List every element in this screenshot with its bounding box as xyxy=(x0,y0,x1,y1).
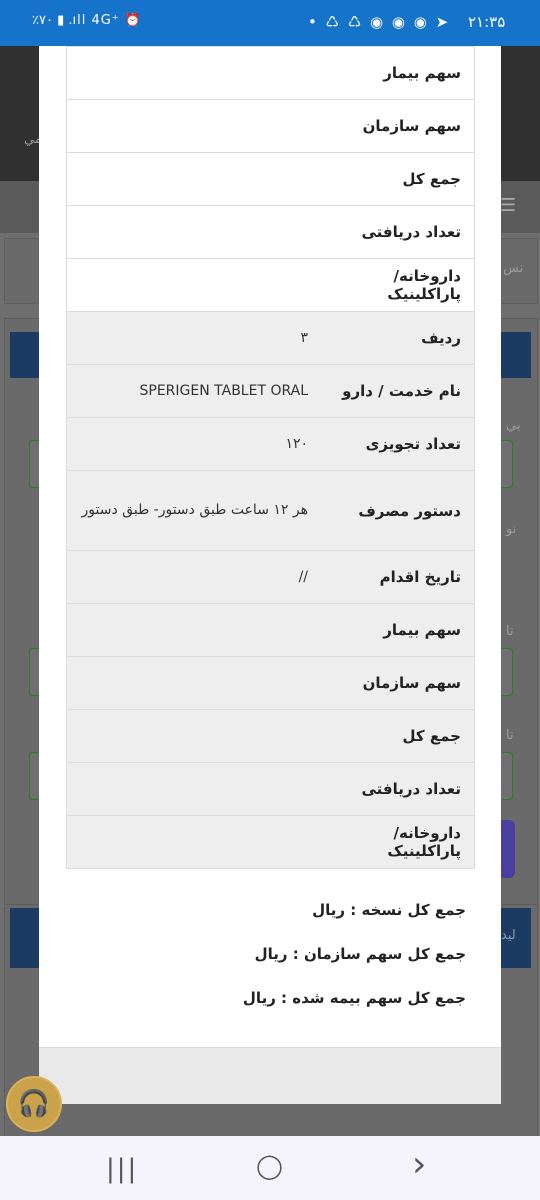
row-value: هر ۱۲ ساعت طبق دستور- طبق دستور xyxy=(81,502,308,518)
system-navigation-bar: ||| ◯ › xyxy=(0,1136,540,1200)
totals-section: جمع کل نسخه : ریال جمع کل سهم سازمان : ر… xyxy=(66,896,466,1028)
row-label: سهم بیمار xyxy=(383,621,461,639)
background-list-title: ليد xyxy=(501,928,516,943)
organization-share-total: جمع کل سهم سازمان : ریال xyxy=(254,945,466,963)
support-assistant-button[interactable]: 🎧 xyxy=(6,1076,62,1132)
background-form-header-left xyxy=(10,332,40,378)
menu-icon: ☰ xyxy=(500,195,517,216)
prescription-items-table: سهم بیمار سهم سازمان جمع کل تعداد دریافتی دا… xyxy=(66,46,475,869)
recent-apps-button[interactable]: ||| xyxy=(106,1154,138,1184)
background-form-header-right xyxy=(501,332,531,378)
background-label: تا xyxy=(506,728,514,743)
background-label: بي xyxy=(506,418,521,433)
home-button[interactable]: ◯ xyxy=(256,1152,283,1180)
prescription-detail-modal: سهم بیمار سهم سازمان جمع کل تعداد دریافتی دا… xyxy=(39,46,501,1104)
modal-footer xyxy=(39,1047,501,1104)
prescription-total: جمع کل نسخه : ریال xyxy=(312,901,466,919)
row-label: سهم بیمار xyxy=(383,64,461,82)
table-row: سهم سازمان xyxy=(67,656,474,709)
table-row: سهم بیمار xyxy=(67,603,474,656)
row-label: تعداد دریافتی xyxy=(361,223,461,241)
row-label: سهم سازمان xyxy=(362,117,461,135)
table-row: دستور مصرف هر ۱۲ ساعت طبق دستور- طبق دستو… xyxy=(67,470,474,550)
table-row: ردیف ۳ xyxy=(67,311,474,364)
insured-share-total: جمع کل سهم بیمه شده : ریال xyxy=(242,989,466,1007)
row-label: سهم سازمان xyxy=(362,674,461,692)
background-label: نو xyxy=(506,522,517,537)
row-label: داروخانه/پاراکلینیک xyxy=(387,824,461,860)
row-value: ۱۲۰ xyxy=(285,435,308,452)
table-row: تاریخ اقدام // xyxy=(67,550,474,603)
status-bar: ٪۷۰ ▮ .ıll 4G⁺ ⏰ • ♺ ♺ ◉ ◉ ◉ ➤ ۲۱:۳۵ xyxy=(0,0,540,46)
background-label: تا xyxy=(506,624,514,639)
row-label: تاریخ اقدام xyxy=(379,568,461,586)
status-indicators-left: ٪۷۰ ▮ .ıll 4G⁺ ⏰ xyxy=(32,13,142,28)
table-row: سهم سازمان xyxy=(67,99,474,152)
table-row: تعداد تجویزی ۱۲۰ xyxy=(67,417,474,470)
headset-icon: 🎧 xyxy=(17,1089,51,1119)
table-row: نام خدمت / دارو SPERIGEN TABLET ORAL xyxy=(67,364,474,417)
row-value: // xyxy=(298,568,308,585)
row-label: جمع کل xyxy=(402,727,461,745)
table-row: جمع کل xyxy=(67,152,474,205)
row-label: ردیف xyxy=(421,329,461,347)
row-label: نام خدمت / دارو xyxy=(342,382,461,400)
table-row: جمع کل xyxy=(67,709,474,762)
notification-icons: • ♺ ♺ ◉ ◉ ◉ ➤ xyxy=(308,13,451,31)
table-row: تعداد دریافتی xyxy=(67,205,474,258)
table-row: داروخانه/پاراکلینیک xyxy=(67,815,474,868)
row-label: تعداد دریافتی xyxy=(361,780,461,798)
background-strip-text: نس xyxy=(503,261,524,276)
row-label: تعداد تجویزی xyxy=(365,435,461,453)
status-time: ۲۱:۳۵ xyxy=(468,13,506,31)
background-list-header-right: ليد xyxy=(501,908,531,968)
table-row: داروخانه/پاراکلینیک xyxy=(67,258,474,311)
row-label: جمع کل xyxy=(402,170,461,188)
table-row: سهم بیمار xyxy=(67,46,474,99)
row-label: دستور مصرف xyxy=(358,501,461,520)
row-value: ۳ xyxy=(300,329,308,346)
row-value: SPERIGEN TABLET ORAL xyxy=(139,382,309,399)
row-label: داروخانه/پاراکلینیک xyxy=(387,267,461,303)
table-row: تعداد دریافتی xyxy=(67,762,474,815)
background-list-header-left xyxy=(10,908,40,968)
back-button[interactable]: › xyxy=(412,1144,426,1185)
